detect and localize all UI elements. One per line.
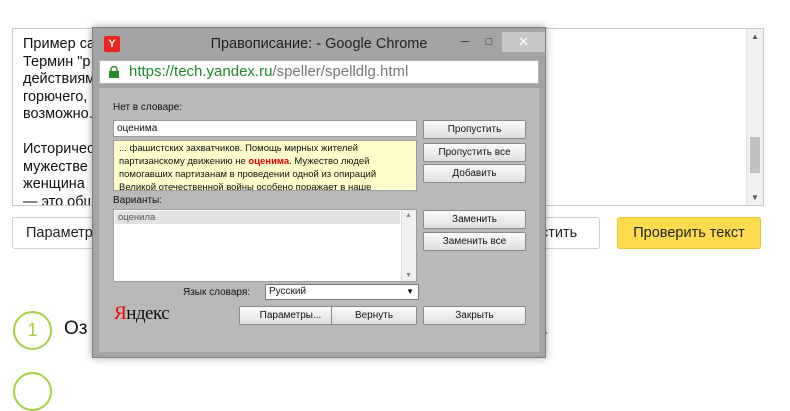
address-bar[interactable]: https://tech.yandex.ru/speller/spelldlg.…	[99, 60, 539, 84]
language-value: Русский	[269, 286, 307, 297]
step-title: Оз	[64, 318, 88, 339]
url-path: /speller/spelldlg.html	[272, 63, 409, 80]
context-text: ... фашистских захватчиков. Помощь мирны…	[113, 140, 417, 191]
yandex-logo: Яндекс	[114, 303, 170, 324]
scroll-down-icon[interactable]: ▼	[751, 193, 759, 202]
language-label: Язык словаря:	[183, 287, 251, 298]
chevron-down-icon: ▼	[406, 287, 414, 296]
replace-all-button[interactable]: Заменить все	[423, 232, 526, 251]
not-in-dict-label: Нет в словаре:	[113, 102, 183, 113]
add-button[interactable]: Добавить	[423, 164, 526, 183]
textarea-scrollbar[interactable]: ▲ ▼	[746, 29, 763, 205]
skip-all-button[interactable]: Пропустить все	[423, 143, 526, 162]
scroll-up-icon[interactable]: ▲	[405, 212, 412, 219]
step-number-badge: 1	[13, 311, 52, 350]
variants-list[interactable]: оценила ▲ ▼	[113, 209, 417, 282]
close-icon[interactable]: ✕	[502, 32, 545, 52]
undo-button[interactable]: Вернуть	[331, 306, 417, 325]
params-dialog-button[interactable]: Параметры...	[239, 306, 342, 325]
dialog-content: Нет в словаре: оценима ... фашистских за…	[99, 88, 539, 352]
minimize-icon[interactable]: ─	[455, 33, 475, 51]
check-text-button[interactable]: Проверить текст	[617, 217, 761, 249]
maximize-icon[interactable]: □	[479, 33, 499, 51]
misspelled-word-input[interactable]: оценима	[113, 120, 417, 137]
window-titlebar[interactable]: Y Правописание: - Google Chrome ─ □ ✕	[93, 28, 545, 60]
variants-scrollbar[interactable]: ▲ ▼	[401, 210, 416, 281]
context-highlighted-word: оценима	[248, 156, 290, 167]
url-host: https://tech.yandex.ru	[129, 63, 273, 80]
variants-label: Варианты:	[113, 195, 163, 206]
language-select[interactable]: Русский ▼	[265, 284, 419, 300]
lock-icon	[109, 66, 119, 78]
spellcheck-dialog: Y Правописание: - Google Chrome ─ □ ✕ ht…	[92, 27, 546, 358]
list-item[interactable]: оценила	[115, 211, 400, 224]
step-number-badge-2	[13, 372, 52, 411]
window-title: Правописание: - Google Chrome	[210, 36, 428, 52]
scroll-down-icon[interactable]: ▼	[405, 272, 412, 279]
replace-button[interactable]: Заменить	[423, 210, 526, 229]
skip-button[interactable]: Пропустить	[423, 120, 526, 139]
close-button[interactable]: Закрыть	[423, 306, 526, 325]
scroll-up-icon[interactable]: ▲	[751, 32, 759, 41]
scrollbar-thumb[interactable]	[750, 137, 760, 173]
